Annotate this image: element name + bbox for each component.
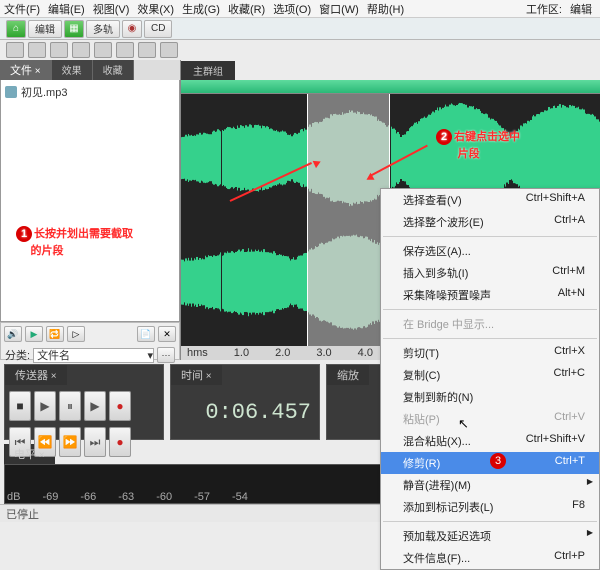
- tool-row: [0, 40, 600, 60]
- tool-4[interactable]: [72, 42, 90, 58]
- file-name: 初见.mp3: [21, 84, 67, 100]
- context-menu-item[interactable]: 复制到新的(N): [381, 386, 599, 408]
- context-menu-item[interactable]: 保存选区(A)...: [381, 240, 599, 262]
- time-panel: 时间 × 0:06.457: [170, 364, 320, 440]
- autoplay-button[interactable]: ▷: [67, 326, 85, 342]
- context-menu-item[interactable]: 选择整个波形(E)Ctrl+A: [381, 211, 599, 233]
- record-button[interactable]: ●: [109, 391, 131, 421]
- file-item[interactable]: 初见.mp3: [5, 84, 175, 100]
- context-menu-item[interactable]: 在 Bridge 中显示...: [381, 313, 599, 335]
- multitrack-button[interactable]: 多轨: [86, 20, 120, 38]
- context-menu: 选择查看(V)Ctrl+Shift+A选择整个波形(E)Ctrl+A 保存选区(A…: [380, 188, 600, 570]
- transport-tab[interactable]: 传送器 ×: [5, 365, 67, 385]
- tool-2[interactable]: [28, 42, 46, 58]
- cd-icon[interactable]: ◉: [122, 20, 142, 38]
- tool-6[interactable]: [116, 42, 134, 58]
- skip-end-button[interactable]: ⏭: [84, 427, 106, 457]
- loop-button[interactable]: 🔁: [46, 326, 64, 342]
- tab-effects[interactable]: 效果: [52, 60, 93, 80]
- tab-favorites[interactable]: 收藏: [93, 60, 134, 80]
- selection-region[interactable]: [307, 94, 391, 346]
- overview-timeline[interactable]: [181, 80, 600, 94]
- wave-group-tab[interactable]: 主群组: [181, 61, 235, 80]
- sort-label: 分类:: [5, 347, 30, 363]
- context-menu-item[interactable]: 预加载及延迟选项▶: [381, 525, 599, 547]
- context-menu-item[interactable]: 选择查看(V)Ctrl+Shift+A: [381, 189, 599, 211]
- stop-button[interactable]: ■: [9, 391, 31, 421]
- context-menu-item[interactable]: 粘贴(P)Ctrl+V: [381, 408, 599, 430]
- sort-extra-button[interactable]: ⋯: [157, 347, 175, 363]
- sort-select[interactable]: 文件名▾: [33, 348, 154, 363]
- multitrack-icon[interactable]: ▦: [64, 20, 84, 38]
- context-menu-item[interactable]: 剪切(T)Ctrl+X: [381, 342, 599, 364]
- play-button[interactable]: ▶: [34, 391, 56, 421]
- context-menu-item[interactable]: 静音(进程)(M)▶: [381, 474, 599, 496]
- transport-panel: 传送器 × ■ ▶ ⏸ ▶ ● ⏮ ⏪ ⏩ ⏭ ●: [4, 364, 164, 440]
- speaker-button[interactable]: 🔊: [4, 326, 22, 342]
- tool-1[interactable]: [6, 42, 24, 58]
- tool-7[interactable]: [138, 42, 156, 58]
- time-display: 0:06.457: [171, 385, 319, 439]
- main-toolbar: ⌂ 编辑 ▦ 多轨 ◉ CD: [0, 18, 600, 40]
- time-tab[interactable]: 时间 ×: [171, 365, 222, 385]
- context-menu-item[interactable]: 文件信息(F)...Ctrl+P: [381, 547, 599, 569]
- menu-file[interactable]: 文件(F): [4, 1, 40, 17]
- file-icon: [5, 86, 17, 98]
- menu-options[interactable]: 选项(O): [273, 1, 311, 17]
- workspace-value[interactable]: 编辑: [570, 1, 592, 17]
- tab-files[interactable]: 文件 ×: [0, 60, 52, 80]
- context-menu-item[interactable]: 插入到多轨(I)Ctrl+M: [381, 262, 599, 284]
- context-menu-item[interactable]: 添加到标记列表(L)F8: [381, 496, 599, 518]
- forward-button[interactable]: ⏩: [59, 427, 81, 457]
- home-button[interactable]: ⌂: [6, 20, 26, 38]
- context-menu-item[interactable]: 修剪(R)Ctrl+T3: [381, 452, 599, 474]
- menu-window[interactable]: 窗口(W): [319, 1, 359, 17]
- cd-button[interactable]: CD: [144, 20, 172, 38]
- edit-mode-button[interactable]: 编辑: [28, 20, 62, 38]
- menu-effects[interactable]: 效果(X): [137, 1, 174, 17]
- menu-generate[interactable]: 生成(G): [182, 1, 220, 17]
- pause-button[interactable]: ⏸: [59, 391, 81, 421]
- tool-5[interactable]: [94, 42, 112, 58]
- menu-view[interactable]: 视图(V): [93, 1, 130, 17]
- workspace-label: 工作区:: [526, 1, 562, 17]
- file-list[interactable]: 初见.mp3: [0, 80, 180, 322]
- cursor-icon: ↖: [458, 416, 469, 432]
- tool-3[interactable]: [50, 42, 68, 58]
- preview-play-button[interactable]: ▶: [25, 326, 43, 342]
- record-alt-button[interactable]: ●: [109, 427, 131, 457]
- file-insert-button[interactable]: 📄: [137, 326, 155, 342]
- file-close-button[interactable]: ✕: [158, 326, 176, 342]
- tool-8[interactable]: [160, 42, 178, 58]
- zoom-tab[interactable]: 缩放: [327, 365, 369, 385]
- context-menu-item[interactable]: 采集降噪预置噪声Alt+N: [381, 284, 599, 306]
- chevron-down-icon: ▾: [147, 349, 153, 362]
- context-menu-item[interactable]: 混合粘贴(X)...Ctrl+Shift+V: [381, 430, 599, 452]
- context-menu-item[interactable]: 复制(C)Ctrl+C: [381, 364, 599, 386]
- menu-help[interactable]: 帮助(H): [367, 1, 404, 17]
- menu-edit[interactable]: 编辑(E): [48, 1, 85, 17]
- menu-bar: 文件(F) 编辑(E) 视图(V) 效果(X) 生成(G) 收藏(R) 选项(O…: [0, 0, 600, 18]
- files-panel: 文件 × 效果 收藏 初见.mp3 🔊 ▶ 🔁 ▷ 📄 ✕ 分类:: [0, 60, 180, 360]
- play-loop-button[interactable]: ▶: [84, 391, 106, 421]
- menu-favorites[interactable]: 收藏(R): [228, 1, 265, 17]
